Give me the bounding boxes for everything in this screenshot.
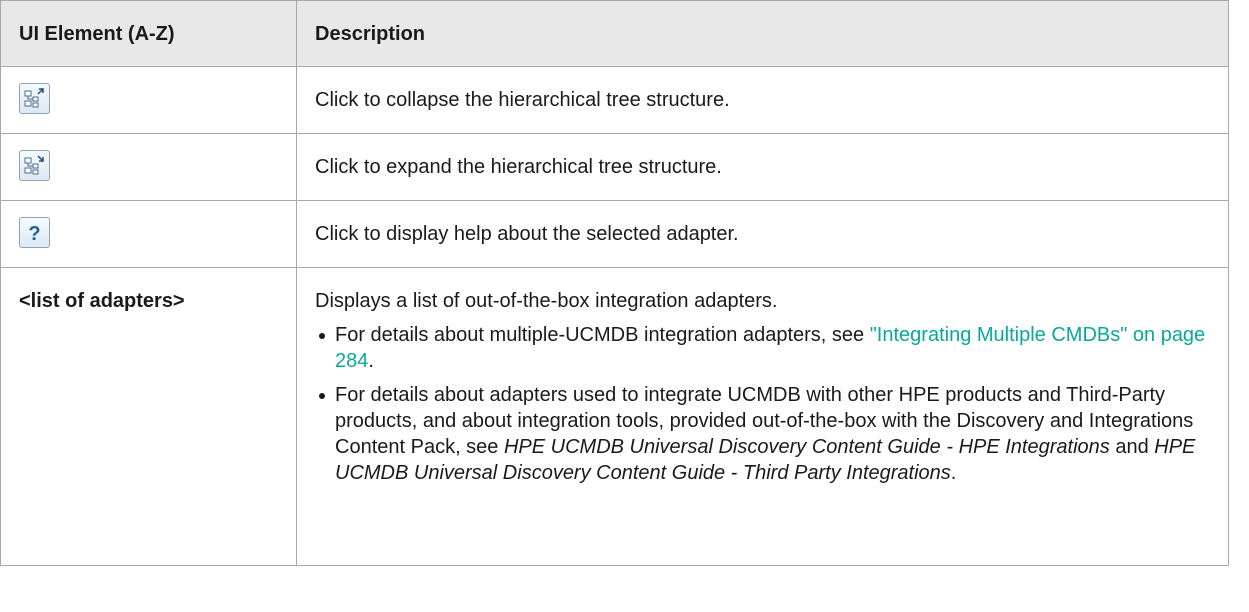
description-cell: Click to collapse the hierarchical tree …	[296, 66, 1229, 134]
table-header-row: UI Element (A-Z) Description	[0, 0, 1229, 67]
svg-text:?: ?	[28, 223, 40, 244]
column-header-description: Description	[296, 0, 1229, 67]
ui-element-cell: ?	[0, 200, 297, 268]
hpe-integrations-guide-ref: HPE UCMDB Universal Discovery Content Gu…	[503, 436, 1110, 458]
ui-element-cell	[0, 133, 297, 201]
list-of-adapters-label: <list of adapters>	[19, 290, 185, 312]
table-row: <list of adapters> Displays a list of ou…	[0, 267, 1229, 566]
help-icon[interactable]: ?	[19, 217, 50, 248]
bullet-suffix: .	[368, 350, 374, 372]
description-cell: Click to expand the hierarchical tree st…	[296, 133, 1229, 201]
column-header-ui-element: UI Element (A-Z)	[0, 0, 297, 67]
expand-tree-icon[interactable]	[19, 150, 50, 181]
ui-element-cell	[0, 66, 297, 134]
bullet-text: For details about multiple-UCMDB integra…	[335, 324, 870, 346]
table-row: ? Click to display help about the select…	[0, 200, 1229, 268]
description-cell: Displays a list of out-of-the-box integr…	[296, 267, 1229, 566]
table-row: Click to collapse the hierarchical tree …	[0, 66, 1229, 134]
ui-element-cell: <list of adapters>	[0, 267, 297, 566]
adapters-bullet-list: For details about multiple-UCMDB integra…	[315, 322, 1210, 486]
collapse-tree-icon[interactable]	[19, 83, 50, 114]
table-row: Click to expand the hierarchical tree st…	[0, 133, 1229, 201]
ui-elements-table: UI Element (A-Z) Description Click to co	[0, 0, 1229, 566]
list-item: For details about adapters used to integ…	[315, 382, 1210, 486]
bullet-suffix: .	[950, 462, 957, 484]
adapters-intro: Displays a list of out-of-the-box integr…	[315, 290, 778, 312]
bullet-conjunction: and	[1109, 436, 1155, 458]
description-cell: Click to display help about the selected…	[296, 200, 1229, 268]
list-item: For details about multiple-UCMDB integra…	[315, 322, 1210, 374]
